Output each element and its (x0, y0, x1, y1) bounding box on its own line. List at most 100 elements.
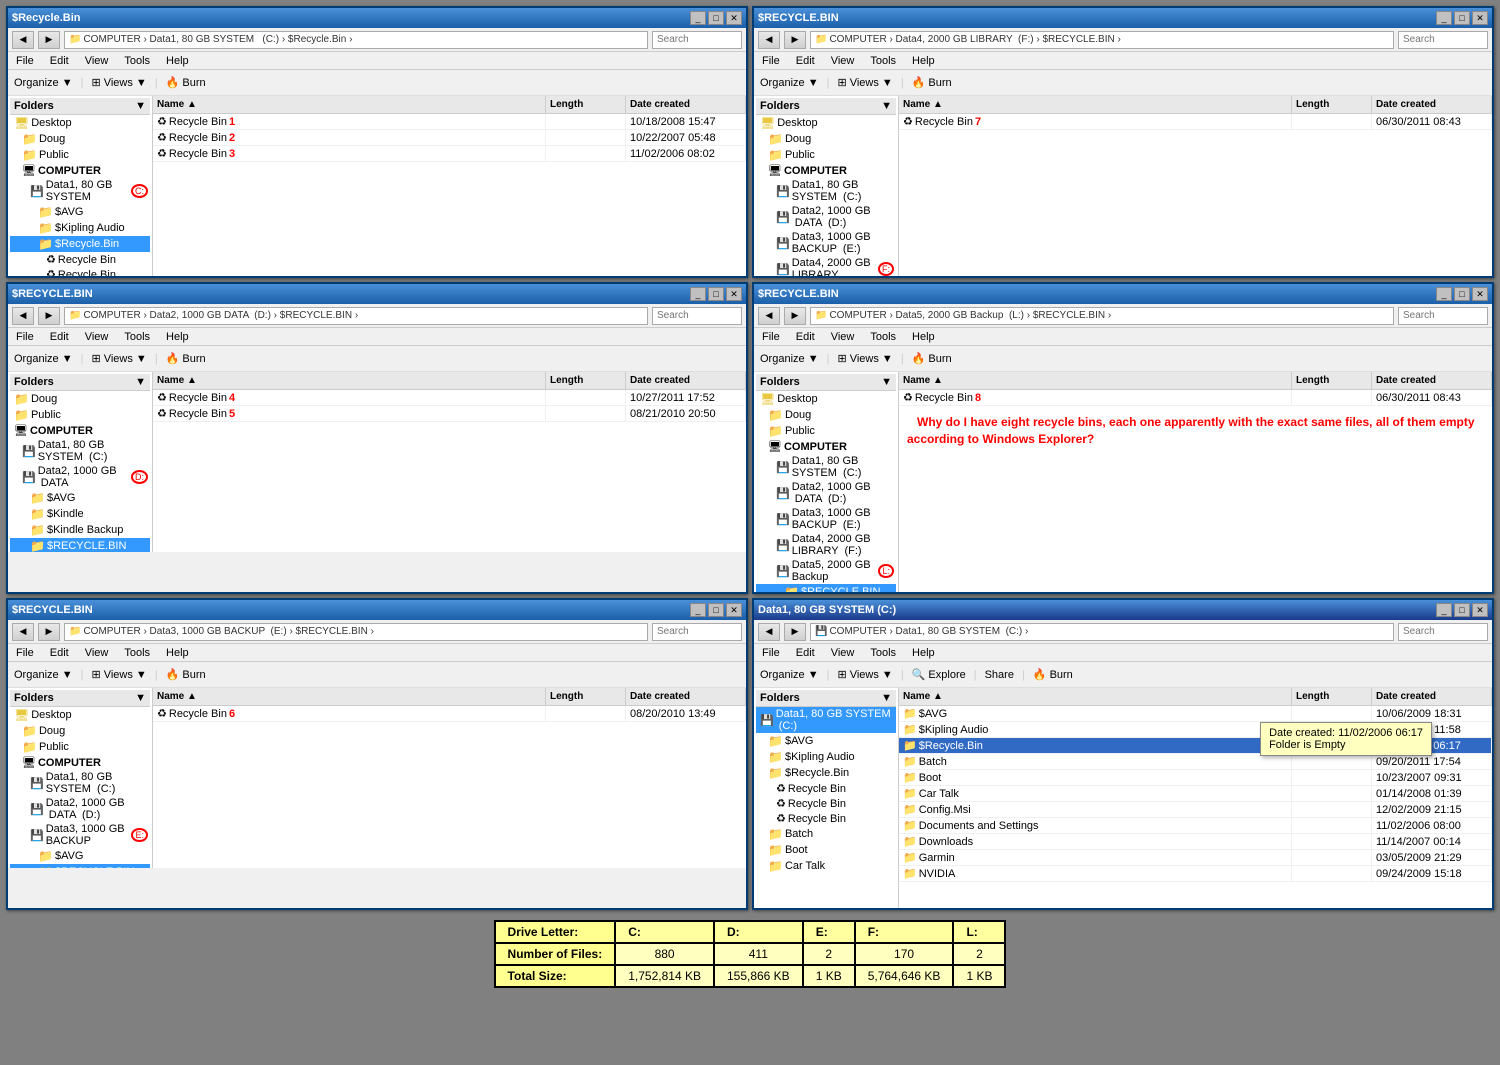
tree-data5-4[interactable]: 💾 Data5, 2000 GB Backup L: (756, 558, 896, 584)
tree-doug-5[interactable]: 📁 Doug (10, 723, 150, 739)
tree-public-1[interactable]: 📁 Public (10, 147, 150, 163)
file-name-1-1[interactable]: ♻ Recycle Bin 1 (153, 114, 546, 129)
maximize-btn-5[interactable]: □ (708, 603, 724, 617)
tree-kindle-3[interactable]: 📁 $Kindle (10, 506, 150, 522)
tree-boot-6[interactable]: 📁 Boot (756, 842, 896, 858)
tree-rb1-1[interactable]: ♻ Recycle Bin (10, 252, 150, 267)
maximize-btn-3[interactable]: □ (708, 287, 724, 301)
tree-data3-5[interactable]: 💾 Data3, 1000 GB BACKUP E: (10, 822, 150, 848)
tree-public-2[interactable]: 📁 Public (756, 147, 896, 163)
menu-help-4[interactable]: Help (908, 331, 939, 343)
close-btn-2[interactable]: ✕ (1472, 11, 1488, 25)
maximize-btn-1[interactable]: □ (708, 11, 724, 25)
tree-arrow-3[interactable]: ▼ (135, 376, 146, 388)
file-name-6-config[interactable]: 📁 Config.Msi (899, 802, 1292, 817)
close-btn-4[interactable]: ✕ (1472, 287, 1488, 301)
tree-desktop-4[interactable]: 🖥 Desktop (756, 391, 896, 407)
menu-view-5[interactable]: View (81, 647, 113, 659)
close-btn-6[interactable]: ✕ (1472, 603, 1488, 617)
col-name-1[interactable]: Name ▲ (153, 96, 546, 113)
maximize-btn-4[interactable]: □ (1454, 287, 1470, 301)
search-3[interactable] (652, 307, 742, 325)
search-2[interactable] (1398, 31, 1488, 49)
tree-recycle-sel-5[interactable]: 📁 $RECYCLE.BIN (10, 864, 150, 868)
address-bar-3[interactable]: 📁 COMPUTER › Data2, 1000 GB DATA (D:) › … (64, 307, 648, 325)
address-bar-5[interactable]: 📁 COMPUTER › Data3, 1000 GB BACKUP (E:) … (64, 623, 648, 641)
file-name-5-1[interactable]: ♻ Recycle Bin 6 (153, 706, 546, 721)
close-btn-1[interactable]: ✕ (726, 11, 742, 25)
menu-file-6[interactable]: File (758, 647, 784, 659)
back-btn-3[interactable]: ◀ (12, 307, 34, 325)
tree-arrow-5[interactable]: ▼ (135, 692, 146, 704)
burn-btn-2[interactable]: 🔥 Burn (912, 76, 952, 89)
menu-edit-6[interactable]: Edit (792, 647, 819, 659)
menu-tools-4[interactable]: Tools (866, 331, 900, 343)
back-btn-6[interactable]: ◀ (758, 623, 780, 641)
organize-btn-1[interactable]: Organize ▼ (14, 77, 73, 89)
file-name-1-2[interactable]: ♻ Recycle Bin 2 (153, 130, 546, 145)
col-date-6[interactable]: Date created (1372, 688, 1492, 705)
col-date-1[interactable]: Date created (626, 96, 746, 113)
views-btn-2[interactable]: ⊞ Views ▼ (837, 76, 892, 89)
close-btn-5[interactable]: ✕ (726, 603, 742, 617)
burn-btn-6[interactable]: 🔥 Burn (1033, 668, 1073, 681)
views-btn-4[interactable]: ⊞ Views ▼ (837, 352, 892, 365)
file-name-3-2[interactable]: ♻ Recycle Bin 5 (153, 406, 546, 421)
minimize-btn-1[interactable]: _ (690, 11, 706, 25)
burn-btn-3[interactable]: 🔥 Burn (166, 352, 206, 365)
share-btn-6[interactable]: Share (985, 669, 1014, 681)
tree-recycle-sel-1[interactable]: 📁 $Recycle.Bin (10, 236, 150, 252)
tree-data2-2[interactable]: 💾 Data2, 1000 GB DATA (D:) (756, 204, 896, 230)
col-length-4[interactable]: Length (1292, 372, 1372, 389)
menu-help-2[interactable]: Help (908, 55, 939, 67)
col-date-4[interactable]: Date created (1372, 372, 1492, 389)
views-btn-3[interactable]: ⊞ Views ▼ (91, 352, 146, 365)
fwd-btn-6[interactable]: ▶ (784, 623, 806, 641)
file-name-6-docs[interactable]: 📁 Documents and Settings (899, 818, 1292, 833)
tree-rb1-6[interactable]: ♻ Recycle Bin (756, 781, 896, 796)
file-name-2-1[interactable]: ♻ Recycle Bin 7 (899, 114, 1292, 129)
tree-data1-4[interactable]: 💾 Data1, 80 GB SYSTEM (C:) (756, 454, 896, 480)
tree-data4-2[interactable]: 💾 Data4, 2000 GB LIBRARY F: (756, 256, 896, 276)
tree-arrow-2[interactable]: ▼ (881, 100, 892, 112)
tree-recycle-6[interactable]: 📁 $Recycle.Bin (756, 765, 896, 781)
file-name-1-3[interactable]: ♻ Recycle Bin 3 (153, 146, 546, 161)
address-bar-2[interactable]: 📁 COMPUTER › Data4, 2000 GB LIBRARY (F:)… (810, 31, 1394, 49)
burn-btn-1[interactable]: 🔥 Burn (166, 76, 206, 89)
minimize-btn-2[interactable]: _ (1436, 11, 1452, 25)
col-date-2[interactable]: Date created (1372, 96, 1492, 113)
col-length-1[interactable]: Length (546, 96, 626, 113)
menu-edit-4[interactable]: Edit (792, 331, 819, 343)
col-length-6[interactable]: Length (1292, 688, 1372, 705)
tree-rb2-1[interactable]: ♻ Recycle Bin (10, 267, 150, 276)
address-bar-4[interactable]: 📁 COMPUTER › Data5, 2000 GB Backup (L:) … (810, 307, 1394, 325)
tree-recycle-sel-3[interactable]: 📁 $RECYCLE.BIN (10, 538, 150, 552)
tree-avg-3[interactable]: 📁 $AVG (10, 490, 150, 506)
col-name-3[interactable]: Name ▲ (153, 372, 546, 389)
menu-file-1[interactable]: File (12, 55, 38, 67)
tree-rb3-6[interactable]: ♻ Recycle Bin (756, 811, 896, 826)
tree-cartalk-6[interactable]: 📁 Car Talk (756, 858, 896, 874)
back-btn-2[interactable]: ◀ (758, 31, 780, 49)
maximize-btn-2[interactable]: □ (1454, 11, 1470, 25)
tree-data2-5[interactable]: 💾 Data2, 1000 GB DATA (D:) (10, 796, 150, 822)
minimize-btn-6[interactable]: _ (1436, 603, 1452, 617)
explore-btn-6[interactable]: 🔍 Explore (912, 668, 966, 681)
organize-btn-2[interactable]: Organize ▼ (760, 77, 819, 89)
tree-kipling-1[interactable]: 📁 $Kipling Audio (10, 220, 150, 236)
col-name-5[interactable]: Name ▲ (153, 688, 546, 705)
col-name-4[interactable]: Name ▲ (899, 372, 1292, 389)
tree-arrow-6[interactable]: ▼ (881, 692, 892, 704)
views-btn-6[interactable]: ⊞ Views ▼ (837, 668, 892, 681)
tree-recycle-sel-4[interactable]: 📁 $RECYCLE.BIN (756, 584, 896, 592)
search-5[interactable] (652, 623, 742, 641)
tree-data2-4[interactable]: 💾 Data2, 1000 GB DATA (D:) (756, 480, 896, 506)
col-date-5[interactable]: Date created (626, 688, 746, 705)
menu-file-4[interactable]: File (758, 331, 784, 343)
burn-btn-4[interactable]: 🔥 Burn (912, 352, 952, 365)
file-name-6-kipling[interactable]: 📁 $Kipling Audio (899, 722, 1292, 737)
tree-data4-4[interactable]: 💾 Data4, 2000 GB LIBRARY (F:) (756, 532, 896, 558)
menu-tools-6[interactable]: Tools (866, 647, 900, 659)
tree-data2-3[interactable]: 💾 Data2, 1000 GB DATA D: (10, 464, 150, 490)
tree-public-3[interactable]: 📁 Public (10, 407, 150, 423)
